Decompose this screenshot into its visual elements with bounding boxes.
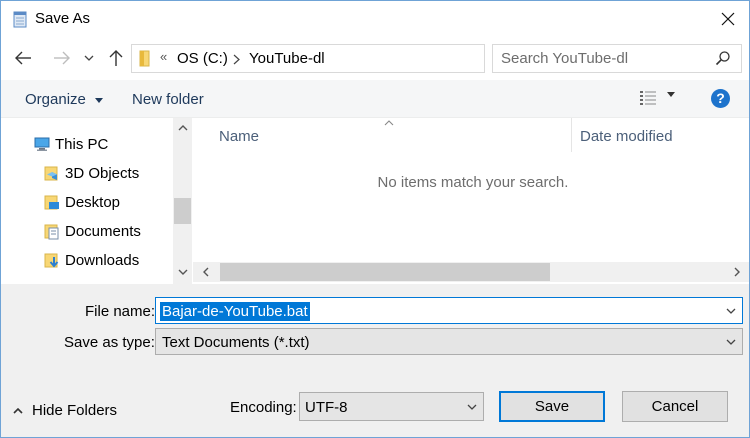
- view-options-dropdown-icon[interactable]: [667, 92, 675, 97]
- encoding-select[interactable]: UTF-8: [299, 392, 484, 421]
- file-name-label: File name:: [85, 303, 156, 320]
- empty-message: No items match your search.: [377, 174, 569, 191]
- organize-button[interactable]: Organize: [25, 91, 104, 108]
- arrow-left-icon: [15, 51, 31, 65]
- file-name-field[interactable]: Bajar-de-YouTube.bat: [155, 297, 743, 324]
- tree-item-this-pc[interactable]: This PC: [33, 131, 108, 157]
- chevron-down-icon: [726, 339, 736, 345]
- file-list: Name Date modified No items match your s…: [193, 118, 749, 284]
- chevron-right-icon: [734, 267, 740, 277]
- encoding-label: Encoding:: [230, 399, 297, 416]
- close-icon: [721, 12, 735, 26]
- tree-item-label: 3D Objects: [65, 164, 140, 182]
- organize-label: Organize: [25, 91, 86, 108]
- scroll-left-button[interactable]: [196, 262, 216, 282]
- save-button[interactable]: Save: [499, 391, 605, 422]
- tree-item-label: Downloads: [65, 251, 140, 269]
- navigation-bar: « OS (C:) YouTube-dl: [1, 38, 749, 80]
- navigation-pane: This PC 3D Objects Desktop Documents Dow…: [1, 118, 193, 284]
- save-as-type-value: Text Documents (*.txt): [162, 334, 310, 351]
- column-header-date-modified[interactable]: Date modified: [580, 128, 673, 145]
- help-button[interactable]: ?: [711, 89, 730, 108]
- encoding-value: UTF-8: [305, 399, 348, 416]
- save-as-dialog: Save As « OS (C:) YouTube-dl Search YouT…: [0, 0, 750, 438]
- title-bar: Save As: [1, 1, 749, 38]
- back-button[interactable]: [11, 46, 35, 70]
- column-header-name[interactable]: Name: [219, 128, 259, 145]
- save-form: File name: Bajar-de-YouTube.bat Save as …: [1, 284, 749, 437]
- column-divider[interactable]: [571, 118, 572, 152]
- recent-locations-button[interactable]: [79, 46, 99, 70]
- tree-item-desktop[interactable]: Desktop: [43, 189, 120, 215]
- chevron-left-icon: [203, 267, 209, 277]
- window-title: Save As: [35, 10, 91, 27]
- forward-button[interactable]: [50, 46, 74, 70]
- file-list-horizontal-scrollbar[interactable]: [193, 262, 749, 282]
- tree-item-3d-objects[interactable]: 3D Objects: [43, 160, 139, 186]
- chevron-down-icon: [467, 404, 477, 410]
- computer-icon: [34, 137, 50, 151]
- downloads-folder-icon: [44, 253, 59, 268]
- notepad-icon: [13, 11, 27, 28]
- search-box[interactable]: [492, 44, 742, 73]
- save-as-type-select[interactable]: Text Documents (*.txt): [155, 328, 743, 355]
- arrow-up-icon: [109, 50, 123, 66]
- tree-item-label: Documents: [65, 222, 141, 240]
- chevron-up-icon: [178, 125, 187, 131]
- command-bar: Organize New folder ?: [1, 80, 749, 118]
- view-details-icon[interactable]: [639, 90, 657, 106]
- chevron-down-icon: [178, 269, 187, 275]
- hide-folders-label: Hide Folders: [32, 402, 118, 419]
- dropdown-arrow-icon: [95, 97, 104, 103]
- chevron-up-icon: [13, 407, 23, 414]
- desktop-folder-icon: [44, 195, 59, 210]
- address-bar[interactable]: « OS (C:) YouTube-dl: [131, 44, 608, 73]
- overflow-chevron[interactable]: «: [160, 49, 167, 64]
- sort-ascending-icon: [384, 120, 394, 126]
- new-folder-button[interactable]: New folder: [132, 91, 204, 108]
- tree-item-label: This PC: [55, 135, 109, 153]
- breadcrumb-os-c[interactable]: OS (C:): [177, 50, 228, 67]
- chevron-down-icon: [84, 55, 94, 61]
- up-button[interactable]: [104, 46, 128, 70]
- arrow-right-icon: [54, 51, 70, 65]
- scroll-right-button[interactable]: [727, 262, 747, 282]
- search-input[interactable]: [501, 50, 711, 67]
- file-name-value[interactable]: Bajar-de-YouTube.bat: [160, 302, 310, 321]
- chevron-down-icon[interactable]: [726, 308, 736, 314]
- navigation-pane-scrollbar[interactable]: [173, 118, 192, 284]
- documents-folder-icon: [44, 224, 59, 240]
- search-icon[interactable]: [715, 50, 731, 66]
- tree-item-documents[interactable]: Documents: [43, 218, 141, 244]
- breadcrumb-youtube-dl[interactable]: YouTube-dl: [249, 50, 325, 67]
- save-as-type-label: Save as type:: [64, 334, 155, 351]
- scroll-thumb[interactable]: [174, 198, 191, 224]
- scroll-down-button[interactable]: [173, 262, 192, 282]
- hide-folders-button[interactable]: Hide Folders: [13, 402, 117, 419]
- cancel-button[interactable]: Cancel: [622, 391, 728, 422]
- tree-item-downloads[interactable]: Downloads: [43, 247, 139, 273]
- tree-item-label: Desktop: [65, 193, 121, 211]
- scroll-up-button[interactable]: [173, 118, 192, 138]
- folder-icon: [139, 50, 150, 67]
- 3d-objects-folder-icon: [44, 166, 58, 181]
- scroll-thumb[interactable]: [220, 263, 550, 281]
- close-button[interactable]: [707, 1, 749, 37]
- chevron-right-icon[interactable]: [233, 54, 240, 65]
